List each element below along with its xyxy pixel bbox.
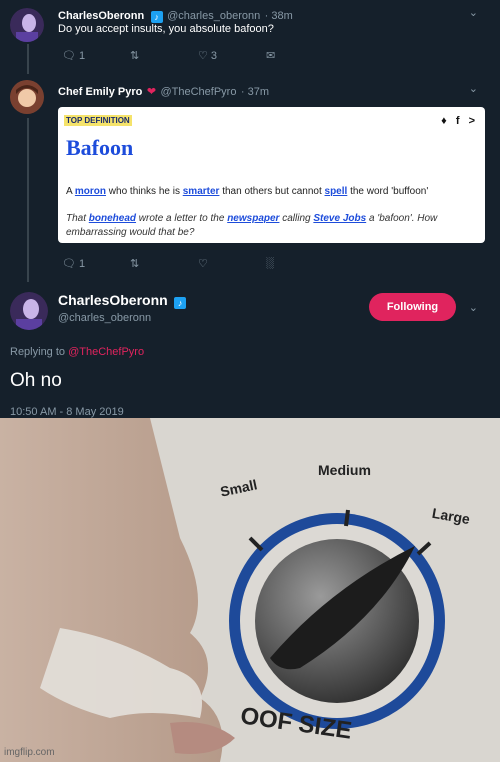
tweet-header: CharlesOberonn ♪ @charles_oberonn · 38m	[58, 6, 478, 24]
reply-count: 1	[79, 50, 86, 62]
example-link[interactable]: newspaper	[227, 213, 279, 224]
tweet-time[interactable]: · 37m	[241, 86, 269, 98]
thread-line	[27, 44, 29, 74]
definition-part: who thinks he is	[106, 186, 183, 197]
definition-link[interactable]: spell	[325, 186, 348, 197]
thread-line	[27, 118, 29, 282]
chevron-down-icon[interactable]: ⌄	[469, 301, 478, 314]
avatar[interactable]	[10, 292, 48, 330]
definition-link[interactable]: smarter	[183, 186, 220, 197]
message-icon[interactable]: ✉	[266, 49, 275, 62]
definition-part: than others but cannot	[219, 186, 325, 197]
avatar-art	[10, 80, 44, 114]
main-tweet-author: CharlesOberonn ♪	[58, 292, 358, 310]
replying-to: Replying to @TheChefPyro	[10, 346, 500, 358]
definition-part: A	[66, 186, 75, 197]
avatar[interactable]	[10, 80, 44, 114]
twitter-icon[interactable]: ♦	[441, 115, 447, 127]
handle[interactable]: @charles_oberonn	[58, 312, 358, 324]
like-icon[interactable]: ♡	[198, 257, 208, 270]
chevron-down-icon[interactable]: ⌄	[469, 82, 478, 95]
example-part: That	[66, 213, 89, 224]
handle[interactable]: @charles_oberonn	[167, 10, 260, 22]
reply-count: 1	[79, 258, 86, 270]
like-icon[interactable]: ♡ 3	[198, 49, 217, 62]
retweet-icon[interactable]: ⇅	[130, 257, 139, 270]
following-button[interactable]: Following	[369, 293, 456, 321]
share-icon[interactable]: >	[469, 115, 475, 127]
example-text: That bonehead wrote a letter to the news…	[66, 212, 476, 240]
music-note-icon: ♪	[174, 297, 187, 309]
tweet-timestamp[interactable]: 10:50 AM - 8 May 2019	[10, 406, 500, 418]
watermark: imgflip.com	[4, 747, 55, 758]
display-name[interactable]: CharlesOberonn	[58, 292, 168, 308]
definition-part: the word 'buffoon'	[347, 186, 429, 197]
tweet-time[interactable]: · 38m	[265, 10, 293, 22]
tweet-text: Do you accept insults, you absolute bafo…	[58, 23, 274, 35]
like-count: 3	[210, 50, 218, 62]
tweet-header: Chef Emily Pyro ❤ @TheChefPyro · 37m	[58, 82, 478, 100]
urban-dictionary-card[interactable]: TOP DEFINITION ♦ f > Bafoon A moron who …	[58, 107, 485, 243]
replying-to-link[interactable]: @TheChefPyro	[68, 346, 144, 358]
display-name[interactable]: Chef Emily Pyro	[58, 86, 142, 98]
twitter-thread: CharlesOberonn ♪ @charles_oberonn · 38m …	[0, 0, 500, 418]
oof-size-meme: Small Medium Large OOF SIZE imgflip.com	[0, 418, 500, 762]
example-link[interactable]: Steve Jobs	[313, 213, 366, 224]
definition-word[interactable]: Bafoon	[66, 135, 133, 161]
retweet-icon[interactable]: ⇅	[130, 49, 139, 62]
definition-link[interactable]: moron	[75, 186, 106, 197]
definition-text: A moron who thinks he is smarter than ot…	[66, 186, 428, 197]
main-tweet-text: Oh no	[10, 370, 62, 391]
example-link[interactable]: bonehead	[89, 213, 136, 224]
facebook-icon[interactable]: f	[456, 115, 460, 127]
analytics-icon[interactable]: ░	[266, 257, 274, 269]
dial-label-medium: Medium	[318, 462, 371, 478]
reply-icon[interactable]: 🗨 1	[62, 49, 85, 62]
example-part: wrote a letter to the	[136, 213, 228, 224]
avatar-art	[10, 292, 48, 330]
heart-emoji-icon: ❤	[146, 86, 157, 98]
reply-icon[interactable]: 🗨 1	[62, 257, 85, 270]
top-definition-label: TOP DEFINITION	[64, 115, 132, 126]
chevron-down-icon[interactable]: ⌄	[469, 6, 478, 19]
example-part: calling	[279, 213, 314, 224]
handle[interactable]: @TheChefPyro	[160, 86, 236, 98]
replying-prefix: Replying to	[10, 346, 69, 358]
avatar[interactable]	[10, 8, 44, 42]
card-share-icons[interactable]: ♦ f >	[441, 115, 475, 127]
music-note-icon: ♪	[150, 11, 163, 23]
avatar-art	[10, 8, 44, 42]
display-name[interactable]: CharlesOberonn	[58, 10, 144, 22]
